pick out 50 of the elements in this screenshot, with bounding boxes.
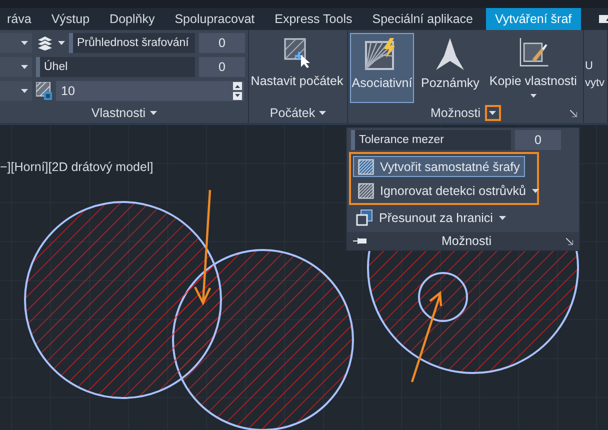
ribbon-tab[interactable]: Doplňky <box>102 8 162 30</box>
button-label[interactable]: vytv <box>585 75 605 92</box>
menu-item[interactable]: Přesunout za hranici <box>351 207 511 228</box>
value-field[interactable]: 0 <box>199 57 245 77</box>
transparency-field[interactable]: Průhlednost šrafování <box>69 33 195 53</box>
hatch-icon <box>358 182 374 198</box>
caret-icon <box>58 41 65 45</box>
viewport-label[interactable]: −][Horní][2D drátový model] <box>0 160 154 174</box>
panel-title: Vlastnosti <box>91 106 146 120</box>
caret-icon <box>150 111 157 115</box>
panel-title: Počátek <box>270 106 316 120</box>
ribbon-tab[interactable]: ráva <box>0 8 38 30</box>
hatch-cursor-icon <box>284 38 310 68</box>
dropdown-field[interactable] <box>0 57 32 77</box>
hatch-icon <box>358 158 374 174</box>
panel-title: Možnosti <box>430 106 481 120</box>
tolerance-field[interactable]: Tolerance mezer <box>351 130 511 150</box>
scale-spinner[interactable]: 10 <box>56 81 244 101</box>
ribbon-tab[interactable]: Výstup <box>44 8 97 30</box>
angle-field[interactable]: Úhel <box>36 57 195 77</box>
menu-item[interactable]: Vytvořit samostatné šrafy <box>353 156 525 177</box>
hatch-scale-icon <box>36 82 52 100</box>
caret-icon <box>21 65 28 69</box>
caret-icon <box>21 41 28 45</box>
dropdown-title: Možnosti <box>441 234 492 248</box>
dropdown-field[interactable] <box>0 81 32 101</box>
ribbon-tab[interactable]: Speciální aplikace <box>365 8 480 30</box>
ribbon-tab[interactable]: Spolupracovat <box>168 8 262 30</box>
caret-icon <box>21 89 28 93</box>
caret-icon <box>319 111 326 115</box>
dropdown-field[interactable] <box>0 33 32 53</box>
star-point-icon <box>436 38 464 70</box>
ribbon-button[interactable]: Poznámky <box>418 33 482 103</box>
ribbon-button[interactable]: Kopie vlastnosti <box>486 33 580 103</box>
island-circle <box>418 272 468 322</box>
layer-order-icon <box>356 209 373 226</box>
pin-icon[interactable] <box>353 237 367 245</box>
dialog-launcher-icon[interactable] <box>570 110 577 117</box>
menu-item[interactable]: Ignorovat detekci ostrůvků <box>353 180 544 201</box>
spin-arrows-icon[interactable] <box>233 82 242 100</box>
dialog-launcher-icon[interactable] <box>566 238 573 244</box>
value-field[interactable]: 0 <box>515 130 561 150</box>
value-field[interactable]: 0 <box>199 33 245 53</box>
ribbon-button[interactable]: Asociativní <box>350 33 414 103</box>
caret-icon <box>489 111 496 115</box>
set-origin-button[interactable]: Nastavit počátek <box>249 33 346 103</box>
button-label[interactable]: U <box>585 58 593 75</box>
layers-icon[interactable] <box>36 35 54 51</box>
ribbon-tab[interactable]: Express Tools <box>268 8 360 30</box>
expand-button[interactable] <box>484 105 501 121</box>
